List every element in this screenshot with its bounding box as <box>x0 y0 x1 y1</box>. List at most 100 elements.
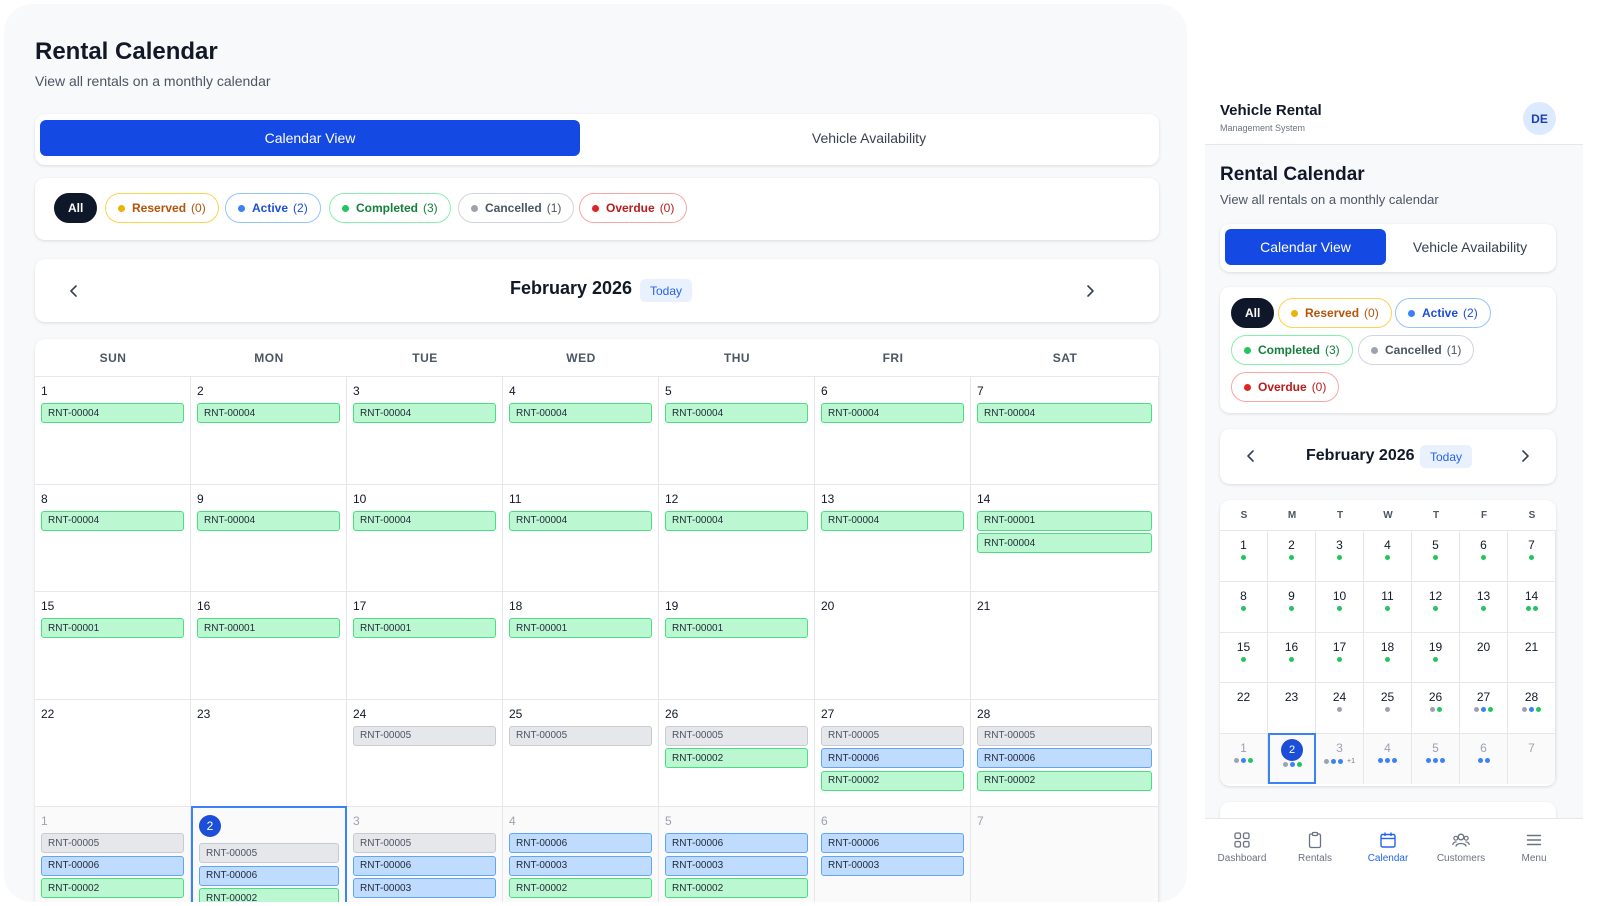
calendar-day-cell[interactable]: 5 RNT-00006 RNT-00003 RNT-00002 <box>659 806 815 902</box>
calendar-day-cell[interactable]: 2 <box>1268 530 1316 581</box>
filter-cancelled[interactable]: Cancelled (1) <box>1358 335 1475 365</box>
filter-all[interactable]: All <box>1231 298 1275 328</box>
calendar-day-cell[interactable]: 4 <box>1364 530 1412 581</box>
tab-calendar-view[interactable]: Calendar View <box>1225 229 1386 265</box>
rental-event-cancelled[interactable]: RNT-00005 <box>199 843 339 863</box>
calendar-day-cell[interactable]: 6 <box>1460 733 1508 784</box>
rental-event-completed[interactable]: RNT-00001 <box>197 618 340 638</box>
calendar-day-cell[interactable]: 20 <box>815 591 971 699</box>
calendar-day-cell[interactable]: 4 RNT-00006 RNT-00003 RNT-00002 <box>503 806 659 902</box>
calendar-day-cell[interactable]: 1 RNT-00005 RNT-00006 RNT-00002 <box>35 806 191 902</box>
calendar-day-cell[interactable]: 10 <box>1316 580 1364 632</box>
calendar-day-cell[interactable]: 4 RNT-00004 <box>503 376 659 484</box>
today-button[interactable]: Today <box>1420 445 1473 468</box>
calendar-day-cell[interactable]: 14 <box>1508 580 1556 632</box>
rental-event-completed[interactable]: RNT-00002 <box>509 878 652 898</box>
rental-event-completed[interactable]: RNT-00004 <box>41 403 184 423</box>
calendar-day-cell[interactable]: 2 RNT-00004 <box>191 376 347 484</box>
rental-event-active[interactable]: RNT-00006 <box>41 855 184 876</box>
calendar-day-cell[interactable]: 14 RNT-00001 RNT-00004 <box>971 483 1159 591</box>
calendar-day-cell[interactable]: 25 <box>1364 682 1412 734</box>
rental-event-cancelled[interactable]: RNT-00005 <box>353 725 496 746</box>
rental-event-active[interactable]: RNT-00006 <box>509 833 652 853</box>
calendar-day-cell[interactable]: 9 RNT-00004 <box>191 483 347 591</box>
calendar-day-cell[interactable]: 6 RNT-00004 <box>815 376 971 484</box>
rental-event-completed[interactable]: RNT-00004 <box>41 510 184 531</box>
rental-event-completed[interactable]: RNT-00004 <box>821 510 964 531</box>
tab-vehicle-availability[interactable]: Vehicle Availability <box>584 120 1154 156</box>
prev-month-button[interactable] <box>1236 441 1266 471</box>
calendar-day-cell[interactable]: 28 <box>1508 682 1556 734</box>
filter-all[interactable]: All <box>54 193 98 223</box>
rental-event-active[interactable]: RNT-00003 <box>353 878 496 898</box>
calendar-day-cell[interactable]: 22 <box>35 698 191 806</box>
calendar-day-cell[interactable]: 18 <box>1364 631 1412 683</box>
nav-calendar[interactable]: Calendar <box>1353 831 1423 864</box>
filter-overdue[interactable]: Overdue (0) <box>579 193 688 223</box>
calendar-day-cell[interactable]: 6 RNT-00006 RNT-00003 <box>815 806 971 902</box>
calendar-day-cell[interactable]: 2 <box>1268 733 1316 784</box>
rental-event-completed[interactable]: RNT-00001 <box>41 618 184 638</box>
tab-calendar-view[interactable]: Calendar View <box>40 120 580 156</box>
calendar-day-cell[interactable]: 6 <box>1460 530 1508 581</box>
calendar-day-cell[interactable]: 23 <box>191 698 347 806</box>
rental-event-completed[interactable]: RNT-00001 <box>353 618 496 638</box>
calendar-day-cell[interactable]: 15 RNT-00001 <box>35 591 191 699</box>
rental-event-cancelled[interactable]: RNT-00005 <box>665 725 808 746</box>
rental-event-completed[interactable]: RNT-00002 <box>977 770 1152 791</box>
filter-active[interactable]: Active (2) <box>225 193 321 223</box>
rental-event-active[interactable]: RNT-00003 <box>509 855 652 876</box>
calendar-day-cell[interactable]: 11 <box>1364 580 1412 632</box>
rental-event-completed[interactable]: RNT-00002 <box>41 878 184 898</box>
calendar-day-cell[interactable]: 1 <box>1220 733 1268 784</box>
calendar-day-cell[interactable]: 26 <box>1412 682 1460 734</box>
calendar-day-cell[interactable]: 3 <box>1316 530 1364 581</box>
calendar-day-cell[interactable]: 27 RNT-00005 RNT-00006 RNT-00002 <box>815 698 971 806</box>
rental-event-completed[interactable]: RNT-00002 <box>821 770 964 791</box>
calendar-day-cell[interactable]: 3 +1 <box>1316 733 1364 784</box>
calendar-day-cell[interactable]: 24 <box>1316 682 1364 734</box>
next-month-button[interactable] <box>1075 276 1105 306</box>
calendar-day-cell[interactable]: 1 <box>1220 530 1268 581</box>
filter-cancelled[interactable]: Cancelled (1) <box>458 193 575 223</box>
calendar-day-cell[interactable]: 12 <box>1412 580 1460 632</box>
calendar-day-cell[interactable]: 3 RNT-00004 <box>347 376 503 484</box>
calendar-day-cell[interactable]: 4 <box>1364 733 1412 784</box>
calendar-day-cell[interactable]: 7 RNT-00004 <box>971 376 1159 484</box>
calendar-day-cell[interactable]: 21 <box>1508 631 1556 683</box>
calendar-day-cell[interactable]: 16 <box>1268 631 1316 683</box>
rental-event-completed[interactable]: RNT-00001 <box>665 618 808 638</box>
calendar-day-cell[interactable]: 24 RNT-00005 <box>347 698 503 806</box>
prev-month-button[interactable] <box>59 276 89 306</box>
calendar-day-cell[interactable]: 5 <box>1412 733 1460 784</box>
calendar-day-cell[interactable]: 20 <box>1460 631 1508 683</box>
calendar-day-cell[interactable]: 23 <box>1268 682 1316 734</box>
filter-completed[interactable]: Completed (3) <box>329 193 451 223</box>
rental-event-completed[interactable]: RNT-00004 <box>977 533 1152 553</box>
rental-event-active[interactable]: RNT-00006 <box>821 833 964 853</box>
rental-event-completed[interactable]: RNT-00004 <box>665 510 808 531</box>
calendar-day-cell[interactable]: 22 <box>1220 682 1268 734</box>
filter-completed[interactable]: Completed (3) <box>1231 335 1353 365</box>
calendar-day-cell[interactable]: 9 <box>1268 580 1316 632</box>
calendar-day-cell[interactable]: 5 <box>1412 530 1460 581</box>
rental-event-cancelled[interactable]: RNT-00005 <box>41 833 184 853</box>
rental-event-active[interactable]: RNT-00006 <box>665 833 808 853</box>
calendar-day-cell[interactable]: 19 <box>1412 631 1460 683</box>
rental-event-active[interactable]: RNT-00003 <box>665 855 808 876</box>
avatar[interactable]: DE <box>1523 102 1556 135</box>
rental-event-completed[interactable]: RNT-00004 <box>197 510 340 531</box>
calendar-day-cell[interactable]: 3 RNT-00005 RNT-00006 RNT-00003 <box>347 806 503 902</box>
rental-event-active[interactable]: RNT-00003 <box>821 855 964 876</box>
calendar-day-cell[interactable]: 13 RNT-00004 <box>815 483 971 591</box>
filter-reserved[interactable]: Reserved (0) <box>105 193 219 223</box>
calendar-day-cell[interactable]: 8 RNT-00004 <box>35 483 191 591</box>
calendar-day-cell[interactable]: 17 <box>1316 631 1364 683</box>
rental-event-completed[interactable]: RNT-00001 <box>509 618 652 638</box>
tab-vehicle-availability[interactable]: Vehicle Availability <box>1390 229 1550 265</box>
rental-event-cancelled[interactable]: RNT-00005 <box>977 725 1152 746</box>
rental-event-completed[interactable]: RNT-00002 <box>665 878 808 898</box>
rental-event-active[interactable]: RNT-00006 <box>199 865 339 886</box>
filter-reserved[interactable]: Reserved (0) <box>1278 298 1392 328</box>
rental-event-active[interactable]: RNT-00006 <box>821 748 964 768</box>
